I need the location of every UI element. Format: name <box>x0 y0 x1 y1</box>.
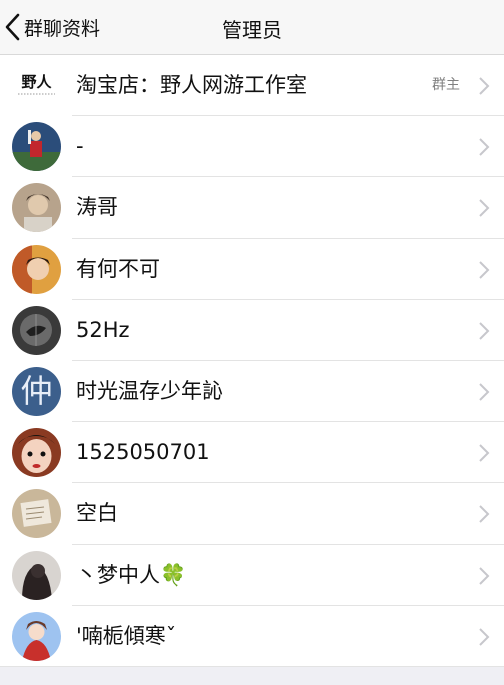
chevron-right-icon <box>479 566 490 585</box>
member-name: 涛哥 <box>76 195 118 220</box>
book-photo-icon <box>12 489 61 539</box>
character-photo-icon: 仲 <box>12 366 61 416</box>
avatar <box>12 305 61 355</box>
avatar <box>12 122 61 172</box>
avatar <box>12 183 61 233</box>
admin-list: 野人 淘宝店：野人网游工作室 群主 - 涛哥 有何不可 52Hz 仲 时光温存少… <box>0 55 504 668</box>
opera-face-photo-icon <box>12 428 61 478</box>
list-item[interactable]: 涛哥 <box>0 177 504 239</box>
chevron-right-icon <box>479 444 490 462</box>
portrait-photo-icon <box>12 183 61 233</box>
chevron-right-icon <box>479 77 490 95</box>
avatar: 野人 <box>12 61 61 110</box>
member-name: 1525050701 <box>76 440 210 465</box>
avatar-character-text: 仲 <box>20 372 52 410</box>
owner-badge: 群主 <box>432 77 460 93</box>
chevron-right-icon <box>479 199 490 218</box>
list-item[interactable]: '喃栀傾寒ˇ <box>0 605 504 668</box>
list-item[interactable]: 仲 时光温存少年訫 <box>0 360 504 423</box>
member-name: 时光温存少年訫 <box>76 378 223 403</box>
stadium-photo-icon <box>12 122 61 172</box>
avatar: 仲 <box>12 366 61 416</box>
page-title: 管理员 <box>222 18 282 42</box>
list-item[interactable]: - <box>0 116 504 178</box>
list-item[interactable]: 有何不可 <box>0 238 504 300</box>
avatar <box>12 244 61 294</box>
chevron-right-icon <box>479 627 490 646</box>
member-name: 有何不可 <box>76 256 160 281</box>
wild-man-logo-icon: 野人 <box>12 61 61 110</box>
avatar <box>12 611 61 661</box>
page-background <box>0 667 504 685</box>
chevron-right-icon <box>479 505 490 524</box>
avatar <box>12 428 61 478</box>
portrait-photo-icon <box>12 244 61 294</box>
chevron-right-icon <box>479 260 490 279</box>
anime-girl-photo-icon <box>12 611 61 661</box>
avatar <box>12 550 61 600</box>
member-name: - <box>76 134 84 159</box>
chevron-right-icon <box>479 383 490 401</box>
list-item[interactable]: 1525050701 <box>0 422 504 484</box>
list-item[interactable]: 野人 淘宝店：野人网游工作室 群主 <box>0 55 504 117</box>
list-item[interactable]: 52Hz <box>0 299 504 362</box>
dark-portrait-photo-icon <box>12 550 61 600</box>
chevron-right-icon <box>479 138 490 156</box>
list-item[interactable]: 空白 <box>0 483 504 545</box>
member-name: 淘宝店：野人网游工作室 <box>76 73 307 97</box>
whale-photo-icon <box>12 305 61 355</box>
avatar-logo-text: 野人 <box>21 73 52 91</box>
member-name: 空白 <box>76 501 118 526</box>
chevron-right-icon <box>479 322 490 340</box>
navigation-bar: 群聊资料 管理员 <box>0 0 504 55</box>
list-item[interactable]: 丶梦中人🍀 <box>0 544 504 606</box>
member-name: 丶梦中人🍀 <box>76 562 187 587</box>
member-name: '喃栀傾寒ˇ <box>76 623 177 648</box>
member-name: 52Hz <box>76 317 130 342</box>
avatar <box>12 489 61 539</box>
